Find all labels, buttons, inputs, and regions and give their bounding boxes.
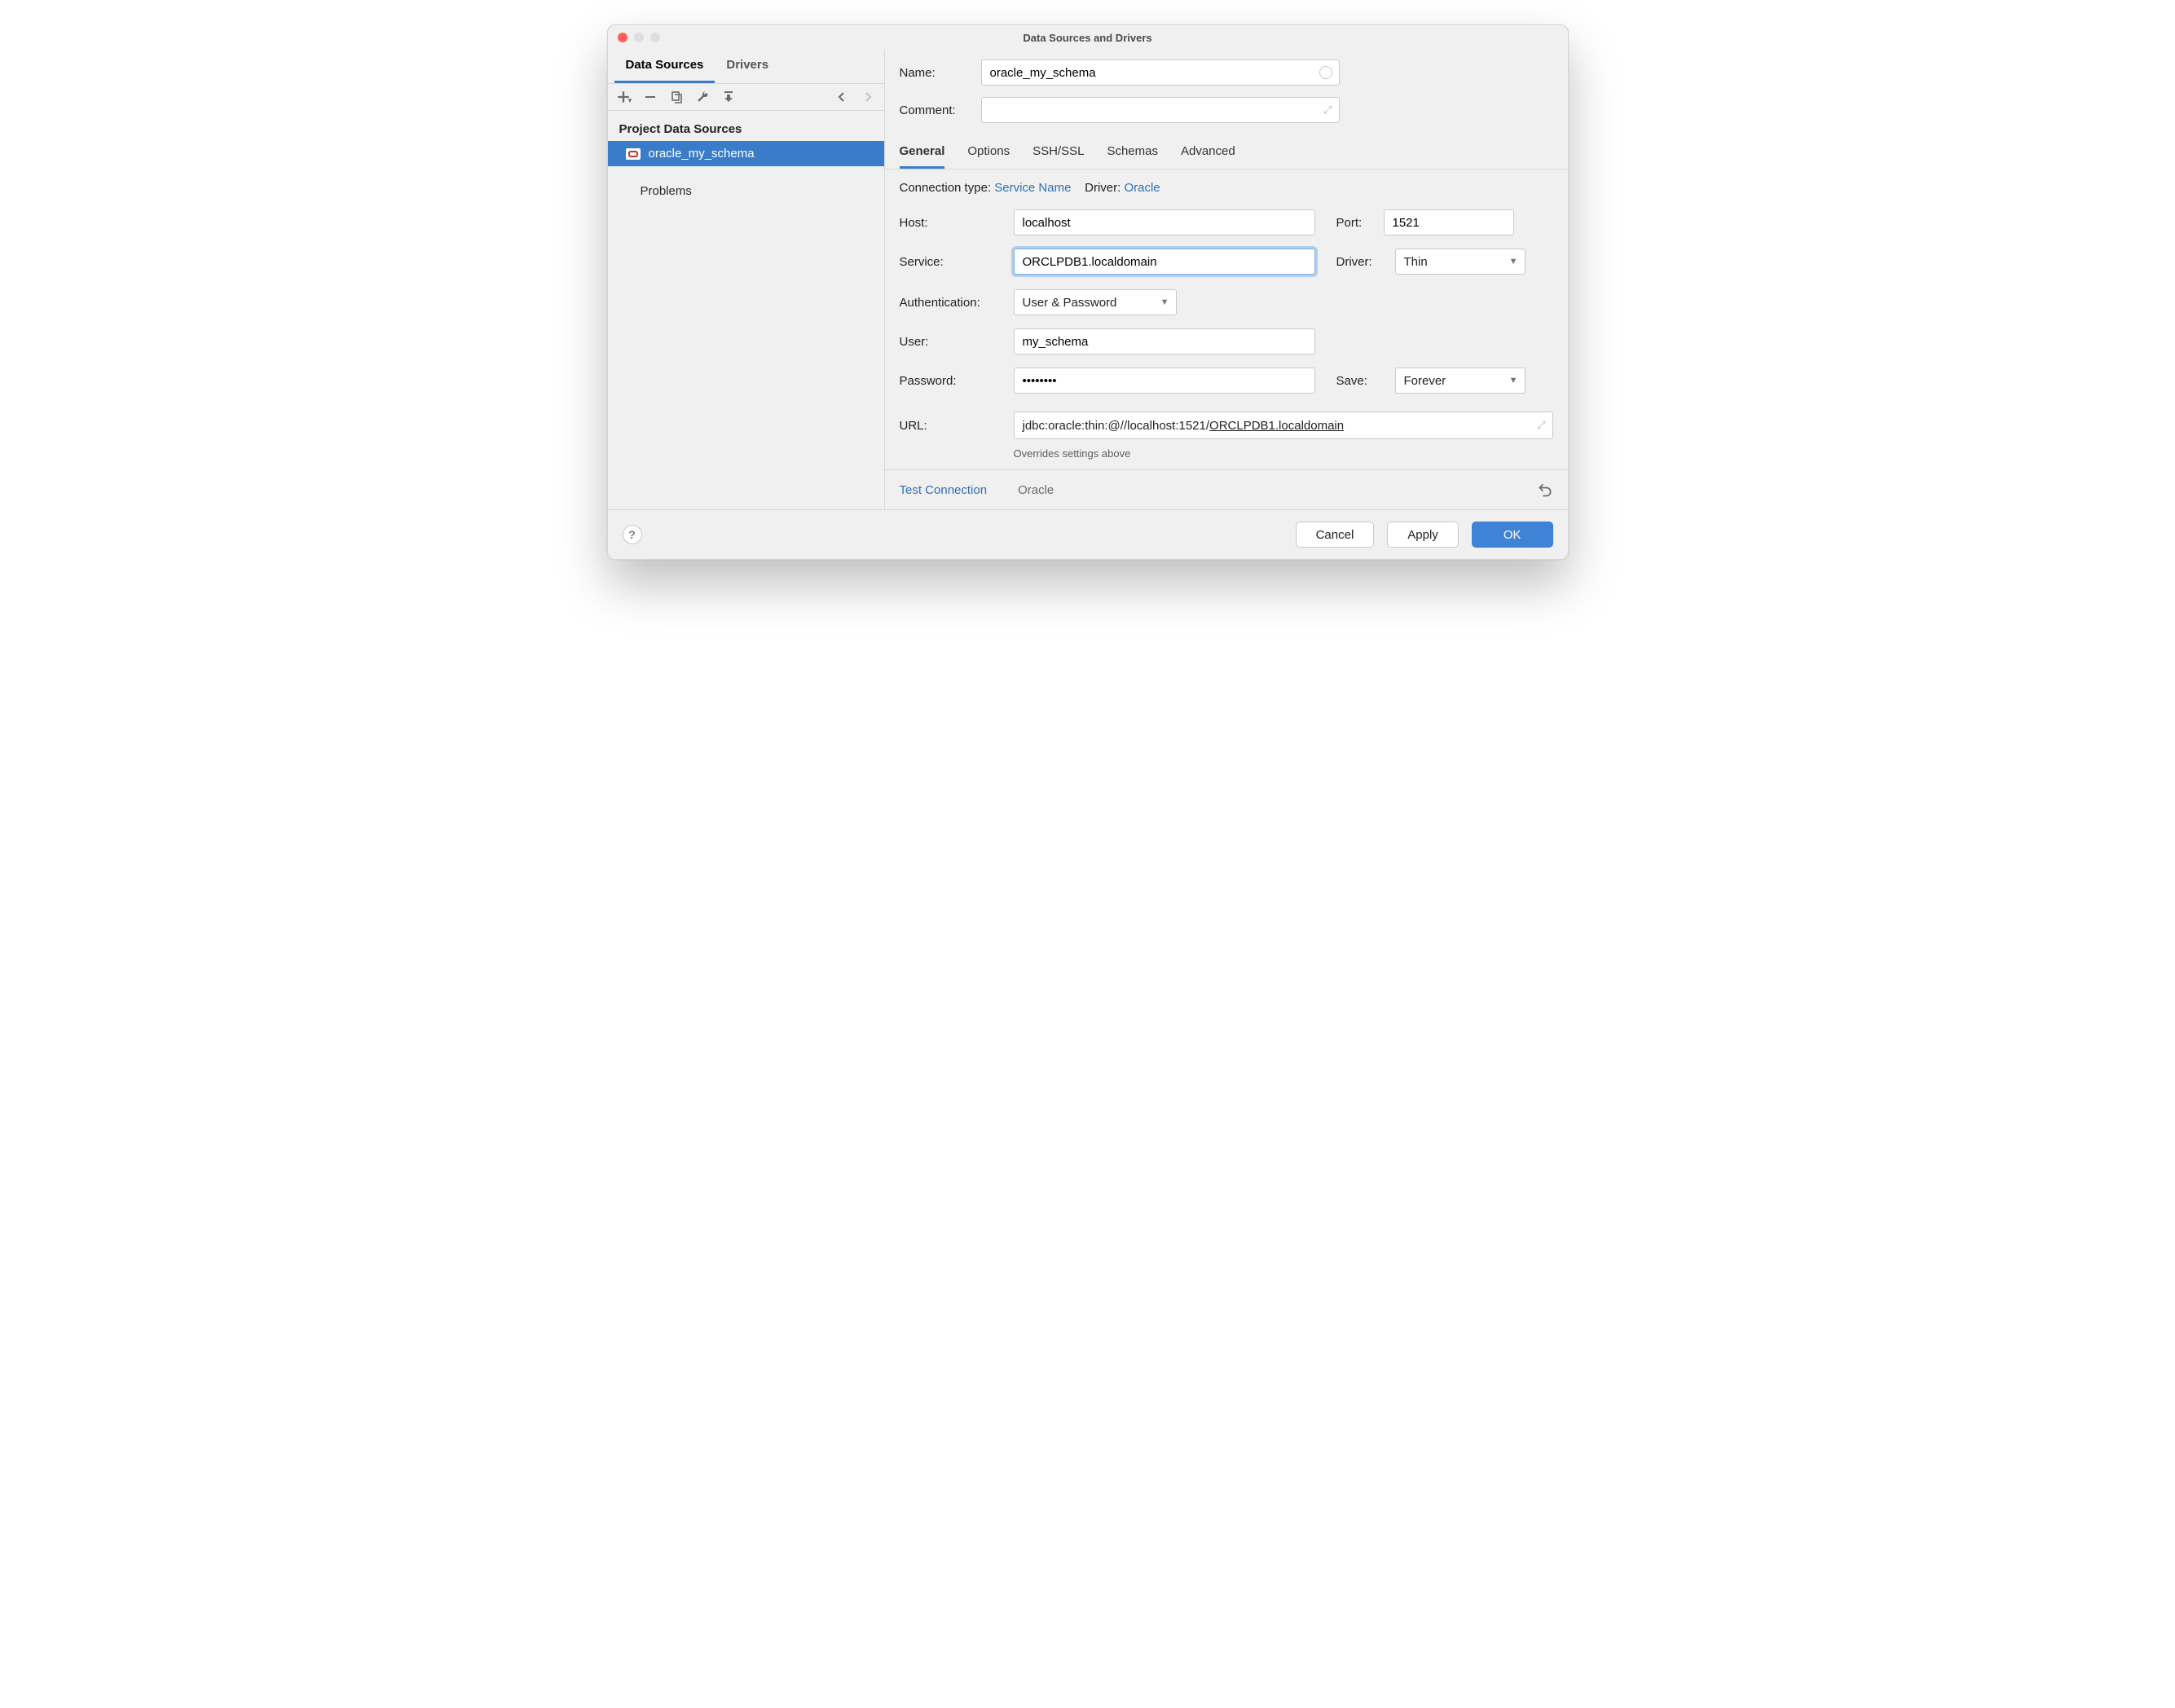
add-icon[interactable]: ▾ bbox=[616, 89, 632, 105]
url-prefix: jdbc:oracle:thin:@//localhost:1521/ bbox=[1023, 419, 1210, 433]
color-indicator-icon[interactable] bbox=[1319, 66, 1332, 79]
host-input[interactable] bbox=[1014, 209, 1315, 236]
oracle-icon bbox=[626, 148, 641, 160]
section-project-data-sources: Project Data Sources bbox=[608, 111, 884, 141]
comment-label: Comment: bbox=[900, 103, 981, 117]
left-panel: Data Sources Drivers ▾ bbox=[608, 50, 885, 509]
test-connection-link[interactable]: Test Connection bbox=[900, 483, 988, 497]
expand-icon[interactable]: ⤢ bbox=[1537, 419, 1545, 432]
save-label: Save: bbox=[1336, 374, 1395, 388]
forward-icon bbox=[860, 89, 876, 105]
data-source-item[interactable]: oracle_my_schema bbox=[608, 141, 884, 166]
tab-options[interactable]: Options bbox=[967, 138, 1010, 169]
tab-ssh-ssl[interactable]: SSH/SSL bbox=[1032, 138, 1084, 169]
conn-type-link[interactable]: Service Name bbox=[994, 181, 1071, 195]
problems-item[interactable]: Problems bbox=[608, 166, 884, 205]
port-label: Port: bbox=[1336, 216, 1384, 230]
save-select[interactable]: Forever ▼ bbox=[1395, 368, 1526, 394]
detail-tabs: General Options SSH/SSL Schemas Advanced bbox=[885, 134, 1568, 169]
data-source-label: oracle_my_schema bbox=[649, 147, 755, 161]
comment-input[interactable] bbox=[988, 103, 1324, 118]
driver-info-label: Driver: bbox=[1085, 181, 1121, 195]
left-tabs: Data Sources Drivers bbox=[608, 50, 884, 84]
tab-schemas[interactable]: Schemas bbox=[1107, 138, 1158, 169]
port-input[interactable] bbox=[1384, 209, 1514, 236]
driver-select[interactable]: Thin ▼ bbox=[1395, 249, 1526, 275]
user-input[interactable] bbox=[1014, 328, 1315, 354]
duplicate-icon[interactable] bbox=[668, 89, 685, 105]
driver-info-link[interactable]: Oracle bbox=[1124, 181, 1160, 195]
auth-label: Authentication: bbox=[900, 296, 1014, 310]
chevron-down-icon: ▼ bbox=[1509, 376, 1518, 385]
save-select-value: Forever bbox=[1404, 374, 1446, 388]
dialog-buttons: ? Cancel Apply OK bbox=[608, 509, 1568, 559]
name-field-wrap[interactable] bbox=[981, 59, 1340, 86]
window-title: Data Sources and Drivers bbox=[1023, 32, 1151, 44]
chevron-down-icon: ▼ bbox=[1509, 257, 1518, 266]
chevron-down-icon: ▼ bbox=[1160, 297, 1169, 307]
zoom-window-icon bbox=[650, 33, 660, 42]
host-label: Host: bbox=[900, 216, 1014, 230]
right-footer: Test Connection Oracle bbox=[885, 469, 1568, 509]
comment-field-wrap[interactable]: ⤢ bbox=[981, 97, 1340, 123]
user-label: User: bbox=[900, 335, 1014, 349]
form-header: Name: Comment: ⤢ bbox=[885, 50, 1568, 134]
close-window-icon[interactable] bbox=[618, 33, 627, 42]
auth-select[interactable]: User & Password ▼ bbox=[1014, 289, 1177, 315]
expand-icon[interactable]: ⤢ bbox=[1323, 103, 1332, 117]
service-label: Service: bbox=[900, 255, 1014, 269]
right-panel: Name: Comment: ⤢ General Options bbox=[885, 50, 1568, 509]
minimize-window-icon bbox=[634, 33, 644, 42]
url-label: URL: bbox=[900, 419, 1014, 433]
tab-general[interactable]: General bbox=[900, 138, 945, 169]
tab-advanced[interactable]: Advanced bbox=[1181, 138, 1235, 169]
remove-icon[interactable] bbox=[642, 89, 658, 105]
auth-select-value: User & Password bbox=[1023, 296, 1117, 310]
driver-label: Driver: bbox=[1336, 255, 1395, 269]
apply-button[interactable]: Apply bbox=[1387, 522, 1459, 548]
help-button[interactable]: ? bbox=[623, 525, 642, 544]
titlebar: Data Sources and Drivers bbox=[608, 25, 1568, 50]
conn-type-label: Connection type: bbox=[900, 181, 992, 195]
cancel-button[interactable]: Cancel bbox=[1296, 522, 1375, 548]
left-toolbar: ▾ bbox=[608, 84, 884, 111]
override-hint: Overrides settings above bbox=[1014, 447, 1553, 460]
service-input[interactable] bbox=[1014, 249, 1315, 275]
traffic-lights bbox=[618, 33, 660, 42]
tab-data-sources[interactable]: Data Sources bbox=[614, 50, 715, 83]
make-global-icon[interactable] bbox=[720, 89, 737, 105]
password-input[interactable] bbox=[1014, 368, 1315, 394]
name-input[interactable] bbox=[988, 65, 1319, 81]
name-label: Name: bbox=[900, 66, 981, 80]
connection-info: Connection type: Service Name Driver: Or… bbox=[885, 169, 1568, 195]
ok-button[interactable]: OK bbox=[1472, 522, 1553, 548]
dialog-window: Data Sources and Drivers Data Sources Dr… bbox=[607, 24, 1569, 560]
url-input[interactable]: jdbc:oracle:thin:@//localhost:1521/ORCLP… bbox=[1014, 412, 1553, 439]
footer-driver-name: Oracle bbox=[1018, 483, 1054, 497]
wrench-icon[interactable] bbox=[694, 89, 711, 105]
url-suffix: ORCLPDB1.localdomain bbox=[1209, 419, 1344, 433]
tab-drivers[interactable]: Drivers bbox=[715, 50, 780, 83]
connection-form: Host: Port: Service: Driver: Thin ▼ Auth… bbox=[885, 195, 1568, 469]
back-icon[interactable] bbox=[834, 89, 850, 105]
driver-select-value: Thin bbox=[1404, 255, 1428, 269]
dialog-body: Data Sources Drivers ▾ bbox=[608, 50, 1568, 509]
revert-icon[interactable] bbox=[1537, 482, 1553, 498]
password-label: Password: bbox=[900, 374, 1014, 388]
url-text: jdbc:oracle:thin:@//localhost:1521/ORCLP… bbox=[1023, 419, 1345, 433]
